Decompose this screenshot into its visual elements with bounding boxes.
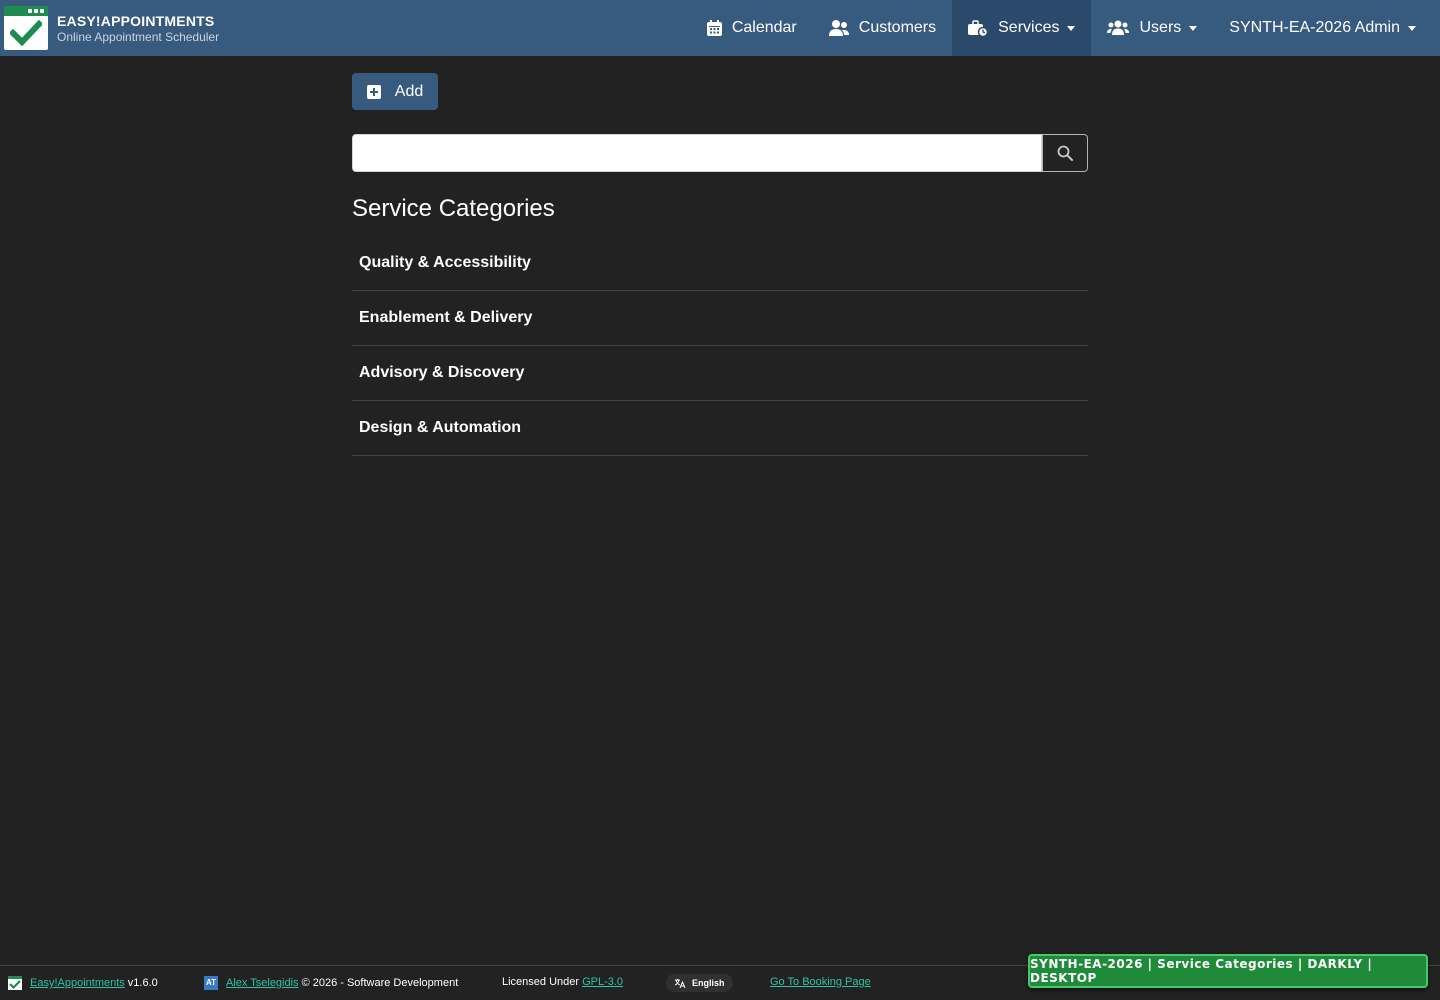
footer-license-prefix: Licensed Under bbox=[502, 976, 580, 988]
plus-square-icon bbox=[366, 84, 381, 99]
nav-services-label: Services bbox=[998, 19, 1060, 36]
brand[interactable]: EASY!APPOINTMENTS Online Appointment Sch… bbox=[0, 0, 219, 56]
footer-copyright: © 2026 - Software Development bbox=[301, 977, 459, 989]
nav-customers[interactable]: Customers bbox=[813, 0, 952, 56]
chevron-down-icon bbox=[1189, 25, 1198, 31]
app-logo-icon bbox=[8, 976, 22, 990]
footer-author-info: AT Alex Tselegidis © 2026 - Software Dev… bbox=[204, 976, 458, 990]
search-bar bbox=[352, 134, 1088, 172]
category-list: Quality & Accessibility Enablement & Del… bbox=[352, 236, 1088, 456]
nav-users-label: Users bbox=[1139, 19, 1182, 36]
chevron-down-icon bbox=[1067, 25, 1076, 31]
language-icon bbox=[674, 979, 686, 988]
list-item[interactable]: Enablement & Delivery bbox=[352, 291, 1088, 346]
search-icon bbox=[1057, 145, 1073, 161]
nav-customers-label: Customers bbox=[858, 19, 937, 36]
footer-license: Licensed Under GPL-3.0 bbox=[502, 976, 623, 988]
language-label: English bbox=[692, 978, 725, 988]
nav-calendar[interactable]: Calendar bbox=[691, 0, 813, 56]
add-button[interactable]: Add bbox=[352, 73, 438, 110]
list-item[interactable]: Quality & Accessibility bbox=[352, 236, 1088, 291]
author-logo-icon: AT bbox=[204, 976, 218, 990]
brand-title: EASY!APPOINTMENTS bbox=[57, 13, 215, 29]
list-item[interactable]: Design & Automation bbox=[352, 401, 1088, 456]
footer-booking: Go To Booking Page bbox=[770, 976, 871, 988]
services-icon bbox=[968, 20, 989, 36]
booking-page-link[interactable]: Go To Booking Page bbox=[770, 976, 871, 988]
language-selector[interactable]: English bbox=[666, 974, 733, 992]
app-logo-icon bbox=[4, 6, 48, 50]
nav-account-label: SYNTH-EA-2026 Admin bbox=[1229, 19, 1400, 36]
chevron-down-icon bbox=[1408, 25, 1416, 31]
add-button-label: Add bbox=[394, 82, 424, 100]
users-icon bbox=[1107, 20, 1130, 35]
footer-license-link[interactable]: GPL-3.0 bbox=[582, 976, 623, 988]
footer-app-info: Easy!Appointments v1.6.0 bbox=[8, 976, 158, 990]
environment-badge: SYNTH-EA-2026 | Service Categories | DAR… bbox=[1028, 954, 1428, 988]
search-button[interactable] bbox=[1042, 134, 1088, 172]
nav-users[interactable]: Users bbox=[1091, 0, 1213, 56]
customers-icon bbox=[828, 20, 849, 36]
page-title: Service Categories bbox=[352, 195, 555, 222]
nav-services[interactable]: Services bbox=[952, 0, 1092, 56]
list-item[interactable]: Advisory & Discovery bbox=[352, 346, 1088, 401]
brand-subtitle: Online Appointment Scheduler bbox=[57, 30, 220, 44]
search-input[interactable] bbox=[352, 134, 1042, 172]
footer-author-link[interactable]: Alex Tselegidis bbox=[226, 977, 299, 989]
main-nav: Calendar Customers Services Users SYNTH-… bbox=[691, 0, 1440, 56]
nav-account-menu[interactable]: SYNTH-EA-2026 Admin bbox=[1213, 0, 1440, 56]
footer-app-link[interactable]: Easy!Appointments bbox=[30, 977, 125, 989]
footer-version: v1.6.0 bbox=[127, 977, 158, 989]
nav-calendar-label: Calendar bbox=[731, 19, 797, 36]
top-navbar: EASY!APPOINTMENTS Online Appointment Sch… bbox=[0, 0, 1440, 56]
calendar-icon bbox=[706, 20, 722, 36]
